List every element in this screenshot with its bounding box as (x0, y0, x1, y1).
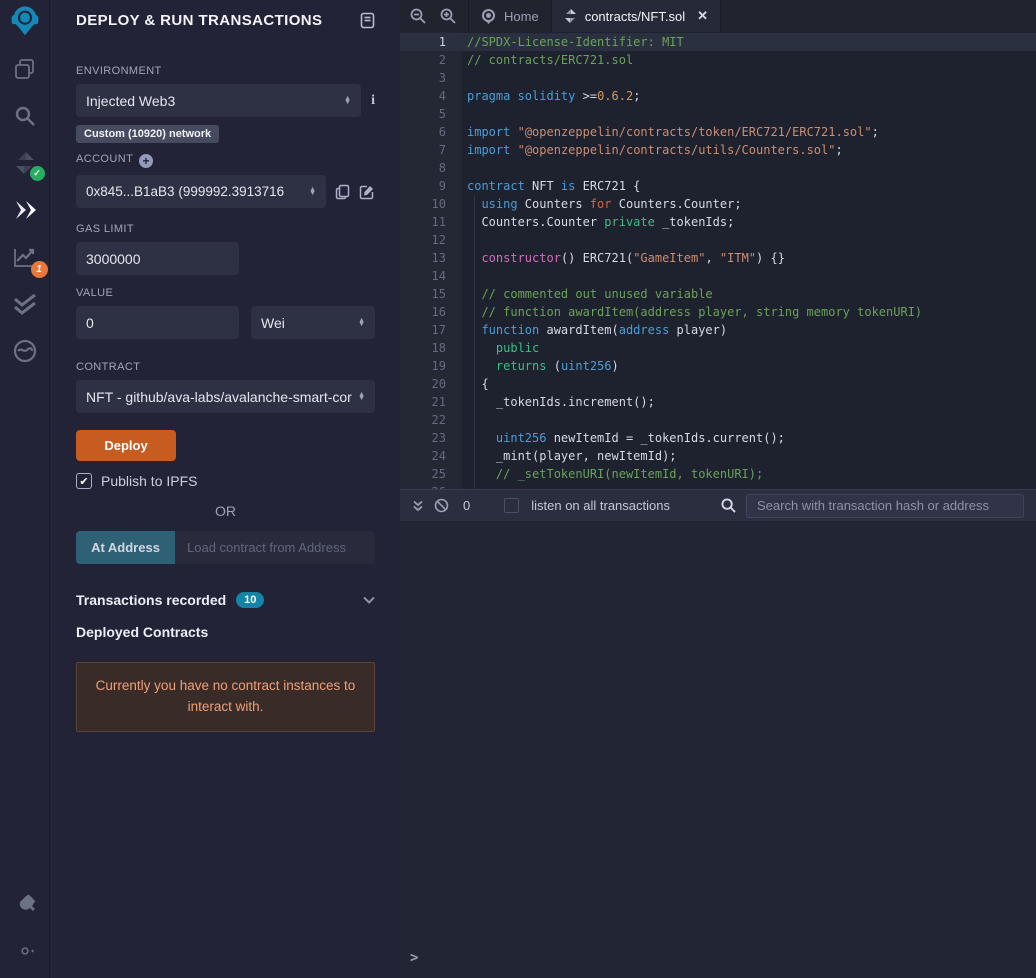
compiler-success-badge: ✓ (29, 166, 45, 181)
code-line[interactable]: 21 _tokenIds.increment(); (400, 393, 1036, 411)
code-line[interactable]: 18 public (400, 339, 1036, 357)
or-divider: OR (215, 503, 236, 519)
zoom-out-icon[interactable] (410, 8, 426, 24)
code-line[interactable]: 13 constructor() ERC721("GameItem", "ITM… (400, 249, 1036, 267)
code-line[interactable]: 24 _mint(player, newItemId); (400, 447, 1036, 465)
value-label: VALUE (76, 287, 114, 299)
code-line[interactable]: 8 (400, 159, 1036, 177)
panel-title: DEPLOY & RUN TRANSACTIONS (76, 12, 323, 29)
edit-account-icon[interactable] (359, 184, 375, 200)
code-line[interactable]: 14 (400, 267, 1036, 285)
terminal-toolbar: 0 listen on all transactions (400, 489, 1036, 521)
account-select[interactable]: 0x845...B1aB3 (999992.3913716 ▲ ▼ (76, 175, 326, 208)
transactions-count-badge: 10 (236, 592, 265, 608)
code-line[interactable]: 22 (400, 411, 1036, 429)
code-line[interactable]: 1//SPDX-License-Identifier: MIT (400, 33, 1036, 51)
code-line[interactable]: 15 // commented out unused variable (400, 285, 1036, 303)
code-line[interactable]: 17 function awardItem(address player) (400, 321, 1036, 339)
documentation-icon[interactable] (360, 12, 375, 29)
value-unit-select[interactable]: Wei ▲ ▼ (251, 306, 375, 339)
code-editor[interactable]: 1//SPDX-License-Identifier: MIT 2// contr… (400, 32, 1036, 489)
gas-limit-input[interactable]: 3000000 (76, 242, 239, 275)
create-account-icon[interactable]: + (139, 154, 154, 168)
code-line[interactable]: 6 import "@openzeppelin/contracts/token/E… (400, 123, 1036, 141)
code-line[interactable]: 10 using Counters for Counters.Counter; (400, 195, 1036, 213)
no-instances-warning: Currently you have no contract instances… (76, 662, 375, 732)
select-arrows-icon: ▲ ▼ (358, 390, 365, 402)
copy-account-icon[interactable] (335, 184, 350, 200)
close-tab-icon[interactable]: ✕ (697, 8, 708, 24)
select-arrows-icon: ▲ ▼ (309, 185, 316, 197)
rail-bottom-group (10, 889, 40, 978)
icon-rail: ✓ 1 (0, 0, 50, 978)
zoom-in-icon[interactable] (440, 8, 456, 24)
remix-ide-window: ✓ 1 DEPLOY & RUN TRANSACTIONS ENVIRONMEN… (0, 0, 1036, 978)
deploy-run-panel: DEPLOY & RUN TRANSACTIONS ENVIRONMENT In… (50, 0, 400, 978)
expand-terminal-icon[interactable] (412, 500, 424, 512)
code-line[interactable]: 19 returns (uint256) (400, 357, 1036, 375)
solidity-file-icon (564, 9, 576, 23)
transactions-recorded-row[interactable]: Transactions recorded 10 (76, 592, 375, 608)
main-area: Home contracts/NFT.sol ✕ 1//SPDX-License… (400, 0, 1036, 978)
statistics-icon[interactable]: 1 (10, 242, 48, 278)
select-arrows-icon: ▲ ▼ (344, 94, 352, 106)
code-lines: 1//SPDX-License-Identifier: MIT 2// contr… (400, 32, 1036, 489)
plugin-manager-icon[interactable] (10, 889, 40, 919)
code-line[interactable]: 5 (400, 105, 1036, 123)
code-line[interactable]: 4 pragma solidity >=0.6.2; (400, 87, 1036, 105)
settings-gear-icon[interactable] (10, 936, 40, 966)
statistics-badge: 1 (30, 261, 48, 278)
environment-info-icon[interactable]: i (371, 93, 375, 109)
transactions-recorded-label: Transactions recorded (76, 592, 227, 608)
tab-home[interactable]: Home (468, 0, 551, 32)
at-address-input[interactable] (175, 531, 375, 564)
code-line[interactable]: 9 contract NFT is ERC721 { (400, 177, 1036, 195)
chevron-down-icon[interactable] (363, 596, 375, 604)
code-line[interactable]: 12 (400, 231, 1036, 249)
account-label: ACCOUNT + (76, 153, 375, 168)
network-badge: Custom (10920) network (76, 125, 220, 143)
sourcify-icon[interactable] (10, 336, 40, 366)
solidity-compiler-icon[interactable]: ✓ (10, 148, 45, 181)
gas-limit-label: GAS LIMIT (76, 223, 134, 235)
code-line[interactable]: 16 // function awardItem(address player,… (400, 303, 1036, 321)
deploy-run-icon[interactable] (10, 195, 40, 225)
select-arrows-icon: ▲ ▼ (358, 316, 365, 328)
pending-tx-count: 0 (463, 498, 471, 513)
terminal-output[interactable]: > (400, 521, 1036, 978)
terminal-prompt: > (410, 950, 419, 966)
search-icon[interactable] (10, 101, 40, 131)
code-line[interactable]: 3 (400, 69, 1036, 87)
tab-nft-sol[interactable]: contracts/NFT.sol ✕ (550, 0, 722, 32)
remix-logo-icon[interactable] (10, 6, 40, 36)
environment-select[interactable]: Injected Web3 ▲ ▼ (76, 84, 362, 117)
unit-testing-icon[interactable] (10, 289, 40, 319)
listen-transactions-checkbox[interactable] (504, 498, 520, 513)
value-input[interactable]: 0 (76, 306, 239, 339)
code-line[interactable]: 11 Counters.Counter private _tokenIds; (400, 213, 1036, 231)
code-line[interactable]: 7 import "@openzeppelin/contracts/utils/C… (400, 141, 1036, 159)
file-explorer-icon[interactable] (10, 54, 40, 84)
terminal-search-icon (721, 498, 736, 513)
deploy-button[interactable]: Deploy (76, 430, 176, 461)
publish-ipfs-label: Publish to IPFS (101, 473, 198, 489)
at-address-button[interactable]: At Address (76, 531, 175, 564)
code-line[interactable]: 20 { (400, 375, 1036, 393)
tab-bar: Home contracts/NFT.sol ✕ (400, 0, 1036, 32)
code-line[interactable]: 2// contracts/ERC721.sol (400, 51, 1036, 69)
deployed-contracts-heading: Deployed Contracts (76, 624, 209, 640)
environment-label: ENVIRONMENT (76, 65, 162, 77)
contract-select[interactable]: NFT - github/ava-labs/avalanche-smart-co… (76, 380, 375, 413)
home-tab-icon (482, 8, 495, 24)
code-line[interactable]: 26 (400, 483, 1036, 489)
code-line[interactable]: 23 uint256 newItemId = _tokenIds.current… (400, 429, 1036, 447)
code-line[interactable]: 25 // _setTokenURI(newItemId, tokenURI); (400, 465, 1036, 483)
clear-console-icon[interactable] (434, 498, 449, 513)
contract-label: CONTRACT (76, 361, 141, 373)
listen-transactions-label: listen on all transactions (531, 498, 670, 513)
terminal-search-input[interactable] (746, 493, 1024, 518)
publish-ipfs-checkbox[interactable]: ✔ (76, 473, 92, 489)
